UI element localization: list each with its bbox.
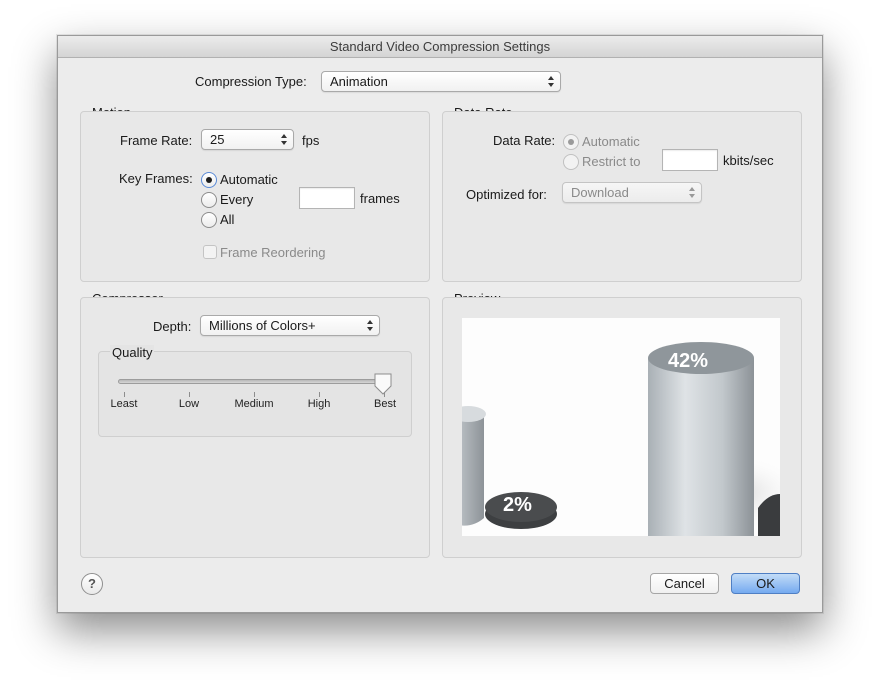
fps-unit-label: fps [302, 133, 320, 148]
quality-slider-track[interactable] [118, 379, 388, 384]
optimized-for-label: Optimized for: [466, 187, 547, 202]
quality-tick-label: Best [373, 398, 397, 410]
data-rate-automatic-label[interactable]: Automatic [582, 134, 640, 149]
quality-group [98, 351, 412, 437]
quality-tick [189, 392, 190, 397]
quality-group-title: Quality [110, 345, 155, 360]
quality-tick-label: Medium [234, 398, 274, 410]
frame-reordering-label[interactable]: Frame Reordering [220, 245, 326, 260]
ok-button[interactable]: OK [731, 573, 800, 594]
key-frames-all-label[interactable]: All [220, 212, 234, 227]
depth-value: Millions of Colors+ [209, 318, 316, 333]
frame-rate-popup[interactable]: 25 [201, 129, 294, 150]
data-rate-restrict-radio[interactable] [563, 154, 579, 170]
popup-arrows-icon [367, 320, 373, 331]
popup-arrows-icon [281, 134, 287, 145]
quality-tick-label: Least [110, 398, 138, 410]
data-rate-restrict-input[interactable] [662, 149, 718, 171]
popup-arrows-icon [689, 187, 695, 198]
frame-rate-label: Frame Rate: [120, 133, 193, 148]
quality-tick [124, 392, 125, 397]
preview-label-small: 2% [503, 494, 532, 516]
quality-tick [254, 392, 255, 397]
quality-slider-thumb[interactable] [373, 373, 393, 395]
data-rate-restrict-label[interactable]: Restrict to [582, 154, 641, 169]
quality-tick [319, 392, 320, 397]
quality-tick-label: High [307, 398, 331, 410]
quality-tick-label: Low [178, 398, 200, 410]
window-title: Standard Video Compression Settings [58, 36, 822, 58]
popup-arrows-icon [548, 76, 554, 87]
optimized-for-popup[interactable]: Download [562, 182, 702, 203]
frames-unit-label: frames [360, 191, 400, 206]
frame-reordering-checkbox[interactable] [203, 245, 217, 259]
depth-popup[interactable]: Millions of Colors+ [200, 315, 380, 336]
key-frames-every-input[interactable] [299, 187, 355, 209]
depth-label: Depth: [153, 319, 192, 334]
data-rate-label: Data Rate: [493, 133, 556, 148]
help-button[interactable]: ? [81, 573, 103, 595]
preview-image: 2% 42% [462, 318, 780, 536]
key-frames-automatic-radio[interactable] [201, 172, 217, 188]
preview-label-large: 42% [668, 350, 709, 372]
compression-type-value: Animation [330, 74, 388, 89]
frame-rate-value: 25 [210, 132, 225, 147]
compression-type-label: Compression Type: [195, 74, 307, 89]
data-rate-automatic-radio[interactable] [563, 134, 579, 150]
key-frames-every-label[interactable]: Every [220, 192, 253, 207]
key-frames-every-radio[interactable] [201, 192, 217, 208]
key-frames-label: Key Frames: [119, 171, 193, 186]
compression-settings-dialog: Standard Video Compression Settings Comp… [57, 35, 823, 613]
kbits-unit-label: kbits/sec [723, 153, 774, 168]
quality-tick [384, 392, 385, 397]
compression-type-popup[interactable]: Animation [321, 71, 561, 92]
optimized-for-value: Download [571, 185, 629, 200]
cancel-button[interactable]: Cancel [650, 573, 719, 594]
key-frames-all-radio[interactable] [201, 212, 217, 228]
key-frames-automatic-label[interactable]: Automatic [220, 172, 278, 187]
